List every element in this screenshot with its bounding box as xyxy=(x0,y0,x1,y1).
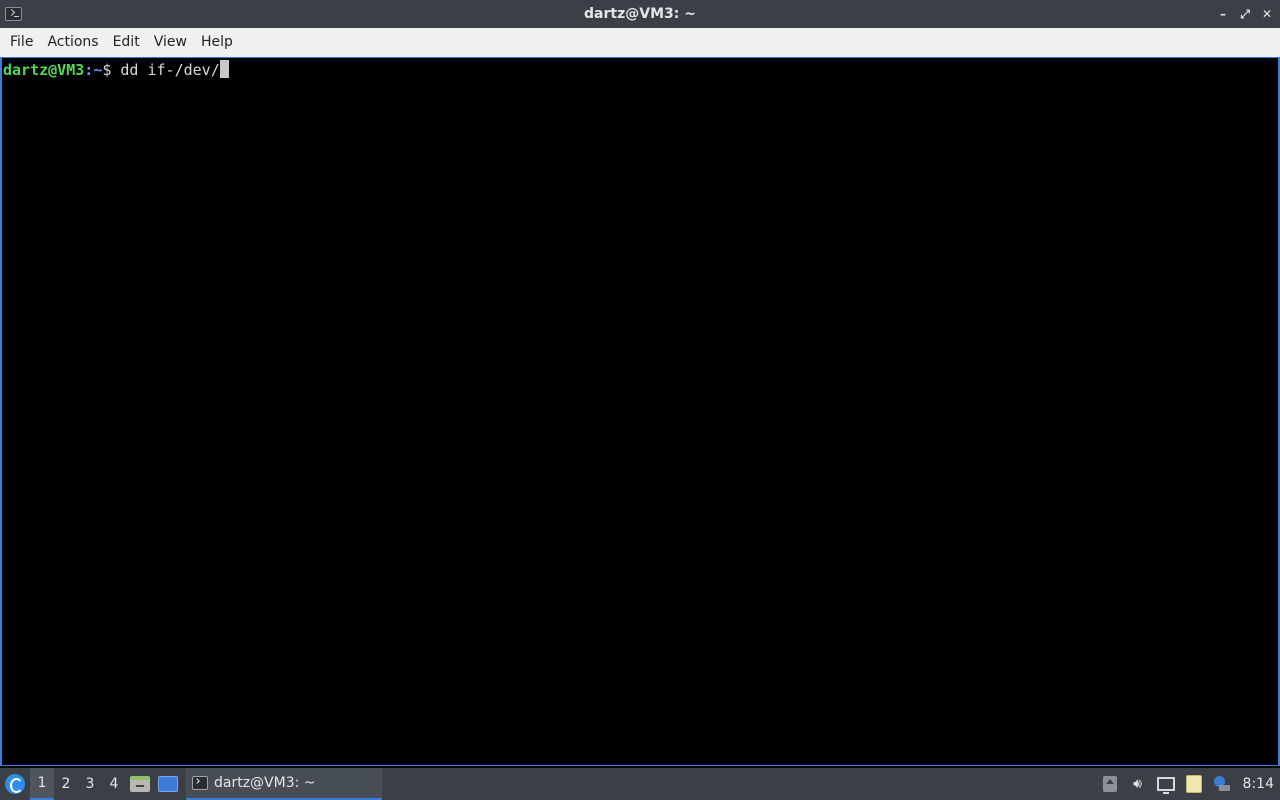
prompt-symbol: $ xyxy=(102,61,121,79)
terminal-area[interactable]: dartz@VM3:~$ dd if-/dev/ xyxy=(0,57,1280,766)
menu-help[interactable]: Help xyxy=(194,28,240,57)
notification-icon xyxy=(1213,776,1230,792)
window-controls: – ⤢ ✕ xyxy=(1214,0,1276,28)
clock[interactable]: 8:14 xyxy=(1241,776,1274,792)
notifications-button[interactable] xyxy=(1213,775,1231,793)
menu-edit[interactable]: Edit xyxy=(106,28,147,57)
speaker-icon: 🔊︎ xyxy=(1133,776,1142,792)
window-title: dartz@VM3: ~ xyxy=(584,6,696,22)
maximize-button[interactable]: ⤢ xyxy=(1236,5,1254,23)
terminal-app-icon[interactable] xyxy=(5,7,22,21)
prompt-path: ~ xyxy=(93,61,103,79)
task-label: dartz@VM3: ~ xyxy=(214,775,316,791)
workspace-4[interactable]: 4 xyxy=(102,768,126,800)
network-icon xyxy=(1156,777,1175,794)
command-line: dartz@VM3:~$ dd if-/dev/ xyxy=(3,60,1278,80)
menu-actions[interactable]: Actions xyxy=(40,28,105,57)
close-button[interactable]: ✕ xyxy=(1258,5,1276,23)
menu-view[interactable]: View xyxy=(147,28,194,57)
file-manager-icon xyxy=(130,776,150,792)
desktop-icon xyxy=(158,776,178,792)
terminal-icon xyxy=(192,776,208,790)
workspace-3[interactable]: 3 xyxy=(78,768,102,800)
eject-icon xyxy=(1102,776,1117,792)
workspace-2[interactable]: 2 xyxy=(54,768,78,800)
task-terminal[interactable]: dartz@VM3: ~ xyxy=(186,768,382,800)
system-tray: 🔊︎ 8:14 xyxy=(1101,768,1280,800)
text-cursor xyxy=(219,60,229,78)
clipboard-button[interactable] xyxy=(1185,775,1203,793)
prompt-separator: : xyxy=(84,61,94,79)
show-desktop-button[interactable] xyxy=(154,768,182,800)
lxqt-logo-icon xyxy=(5,774,25,794)
network-button[interactable] xyxy=(1156,775,1175,794)
taskbar: 1 2 3 4 dartz@VM3: ~ 🔊︎ 8:14 xyxy=(0,768,1280,800)
clipboard-icon xyxy=(1185,775,1202,793)
prompt-user: dartz@VM3 xyxy=(3,61,85,79)
start-menu-button[interactable] xyxy=(0,768,30,800)
workspace-1[interactable]: 1 xyxy=(30,768,54,800)
menu-bar: File Actions Edit View Help xyxy=(0,28,1280,57)
removable-media-button[interactable] xyxy=(1101,775,1119,793)
file-manager-launcher[interactable] xyxy=(126,768,154,800)
menu-file[interactable]: File xyxy=(3,28,40,57)
volume-button[interactable]: 🔊︎ xyxy=(1129,775,1147,793)
minimize-button[interactable]: – xyxy=(1214,5,1232,23)
window-titlebar[interactable]: dartz@VM3: ~ – ⤢ ✕ xyxy=(0,0,1280,28)
typed-command: dd if-/dev/ xyxy=(120,61,220,79)
